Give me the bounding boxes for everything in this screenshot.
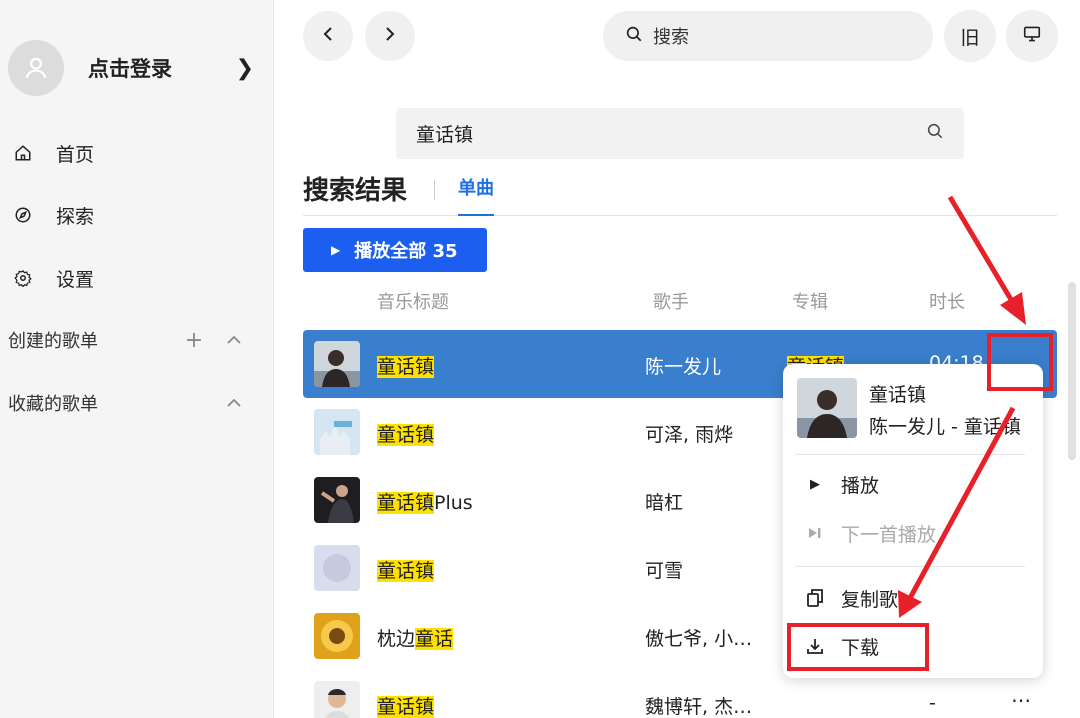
chevron-up-icon[interactable] — [214, 398, 254, 408]
top-search-placeholder: 搜索 — [653, 27, 689, 48]
divider — [434, 180, 435, 200]
login-row[interactable]: 点击登录 ❯ — [8, 40, 258, 96]
chevron-right-icon: ❯ — [235, 55, 254, 81]
song-title: 童话镇 — [377, 556, 435, 583]
title-highlight: 童话镇 — [377, 424, 435, 446]
song-title: 童话镇 — [377, 692, 435, 718]
album-cover — [314, 681, 360, 718]
more-icon[interactable]: ⋯ — [1011, 688, 1032, 712]
album-cover — [314, 409, 360, 455]
song-artist[interactable]: 可泽, 雨烨 — [645, 420, 733, 447]
nav-settings[interactable]: 设置 — [12, 262, 252, 294]
collected-playlists-label: 收藏的歌单 — [8, 394, 98, 415]
play-icon: ▶ — [331, 243, 341, 257]
search-icon[interactable] — [926, 122, 944, 145]
nav-explore-label: 探索 — [56, 205, 95, 228]
old-ui-label: 旧 — [960, 26, 980, 49]
song-title: 童话镇Plus — [377, 488, 473, 515]
song-artist[interactable]: 暗杠 — [645, 488, 683, 515]
col-duration: 时长 — [929, 292, 965, 313]
menu-item-copy[interactable]: 复制歌 — [805, 582, 1035, 614]
song-artist[interactable]: 可雪 — [645, 556, 683, 583]
gear-icon — [12, 269, 34, 287]
menu-item-play-next[interactable]: 下一首播放 — [805, 517, 1035, 549]
chevron-left-icon — [322, 25, 334, 47]
song-duration: - — [929, 692, 936, 714]
col-album: 专辑 — [792, 292, 828, 313]
menu-play-next-label: 下一首播放 — [841, 523, 937, 546]
home-icon — [12, 144, 34, 162]
song-title: 枕边童话 — [377, 624, 454, 651]
divider — [795, 454, 1025, 455]
title-highlight: 童话 — [415, 628, 454, 650]
results-title: 搜索结果 — [303, 176, 408, 206]
title-highlight: 童话镇 — [377, 560, 435, 582]
compass-icon — [12, 206, 34, 224]
search-query-input[interactable]: 童话镇 — [396, 108, 964, 159]
monitor-icon — [1023, 25, 1041, 47]
play-all-button[interactable]: ▶ 播放全部 35 — [303, 228, 487, 272]
menu-item-play[interactable]: ▶ 播放 — [805, 468, 1035, 500]
divider — [795, 566, 1025, 567]
nav-settings-label: 设置 — [56, 268, 95, 291]
album-cover — [314, 613, 360, 659]
nav-explore[interactable]: 探索 — [12, 199, 252, 231]
chevron-up-icon[interactable] — [214, 335, 254, 345]
results-header: 搜索结果 单曲 — [303, 168, 1057, 216]
album-cover — [314, 545, 360, 591]
menu-play-label: 播放 — [841, 474, 880, 497]
forward-button[interactable] — [365, 11, 415, 61]
sidebar: 点击登录 ❯ 首页 探索 设置 创建的歌单 + 收藏的歌单 — [0, 0, 274, 718]
album-cover — [314, 341, 360, 387]
title-highlight: 童话镇 — [377, 356, 435, 378]
tab-songs[interactable]: 单曲 — [458, 174, 494, 216]
album-cover — [797, 378, 857, 438]
scrollbar[interactable] — [1068, 282, 1076, 460]
album-cover — [314, 477, 360, 523]
nav-home[interactable]: 首页 — [12, 137, 252, 169]
avatar[interactable] — [8, 40, 64, 96]
title-highlight: 童话镇 — [377, 696, 435, 718]
back-button[interactable] — [303, 11, 353, 61]
display-button[interactable] — [1006, 10, 1058, 62]
old-ui-button[interactable]: 旧 — [944, 10, 996, 62]
highlight-box-download — [787, 623, 929, 671]
play-icon: ▶ — [810, 476, 820, 492]
song-artist[interactable]: 陈一发儿 — [645, 352, 721, 379]
user-icon — [25, 57, 47, 79]
menu-song-subtitle: 陈一发儿 - 童话镇 — [869, 416, 1021, 438]
skip-next-icon — [805, 527, 825, 539]
nav-home-label: 首页 — [56, 143, 95, 166]
play-all-label: 播放全部 35 — [354, 241, 458, 262]
search-icon — [625, 25, 643, 48]
col-title: 音乐标题 — [377, 292, 449, 313]
copy-icon — [805, 589, 825, 607]
song-title: 童话镇 — [377, 352, 435, 379]
title-prefix: 枕边 — [377, 628, 416, 650]
song-title: 童话镇 — [377, 420, 435, 447]
top-search-bar[interactable]: 搜索 — [603, 11, 933, 61]
search-query-text: 童话镇 — [416, 124, 474, 146]
title-suffix: Plus — [434, 492, 473, 514]
plus-icon[interactable]: + — [174, 328, 214, 353]
highlight-box-more — [987, 333, 1053, 391]
title-highlight: 童话镇 — [377, 492, 435, 514]
section-collected-playlists: 收藏的歌单 — [8, 388, 254, 418]
menu-copy-label: 复制歌 — [841, 588, 899, 611]
section-created-playlists: 创建的歌单 + — [8, 325, 254, 355]
login-label: 点击登录 — [88, 57, 172, 81]
chevron-right-icon — [384, 25, 396, 47]
song-artist[interactable]: 傲七爷, 小… — [645, 624, 752, 651]
created-playlists-label: 创建的歌单 — [8, 331, 98, 352]
col-artist: 歌手 — [653, 292, 689, 313]
song-artist[interactable]: 魏博轩, 杰… — [645, 692, 752, 718]
menu-song-title: 童话镇 — [869, 384, 927, 406]
